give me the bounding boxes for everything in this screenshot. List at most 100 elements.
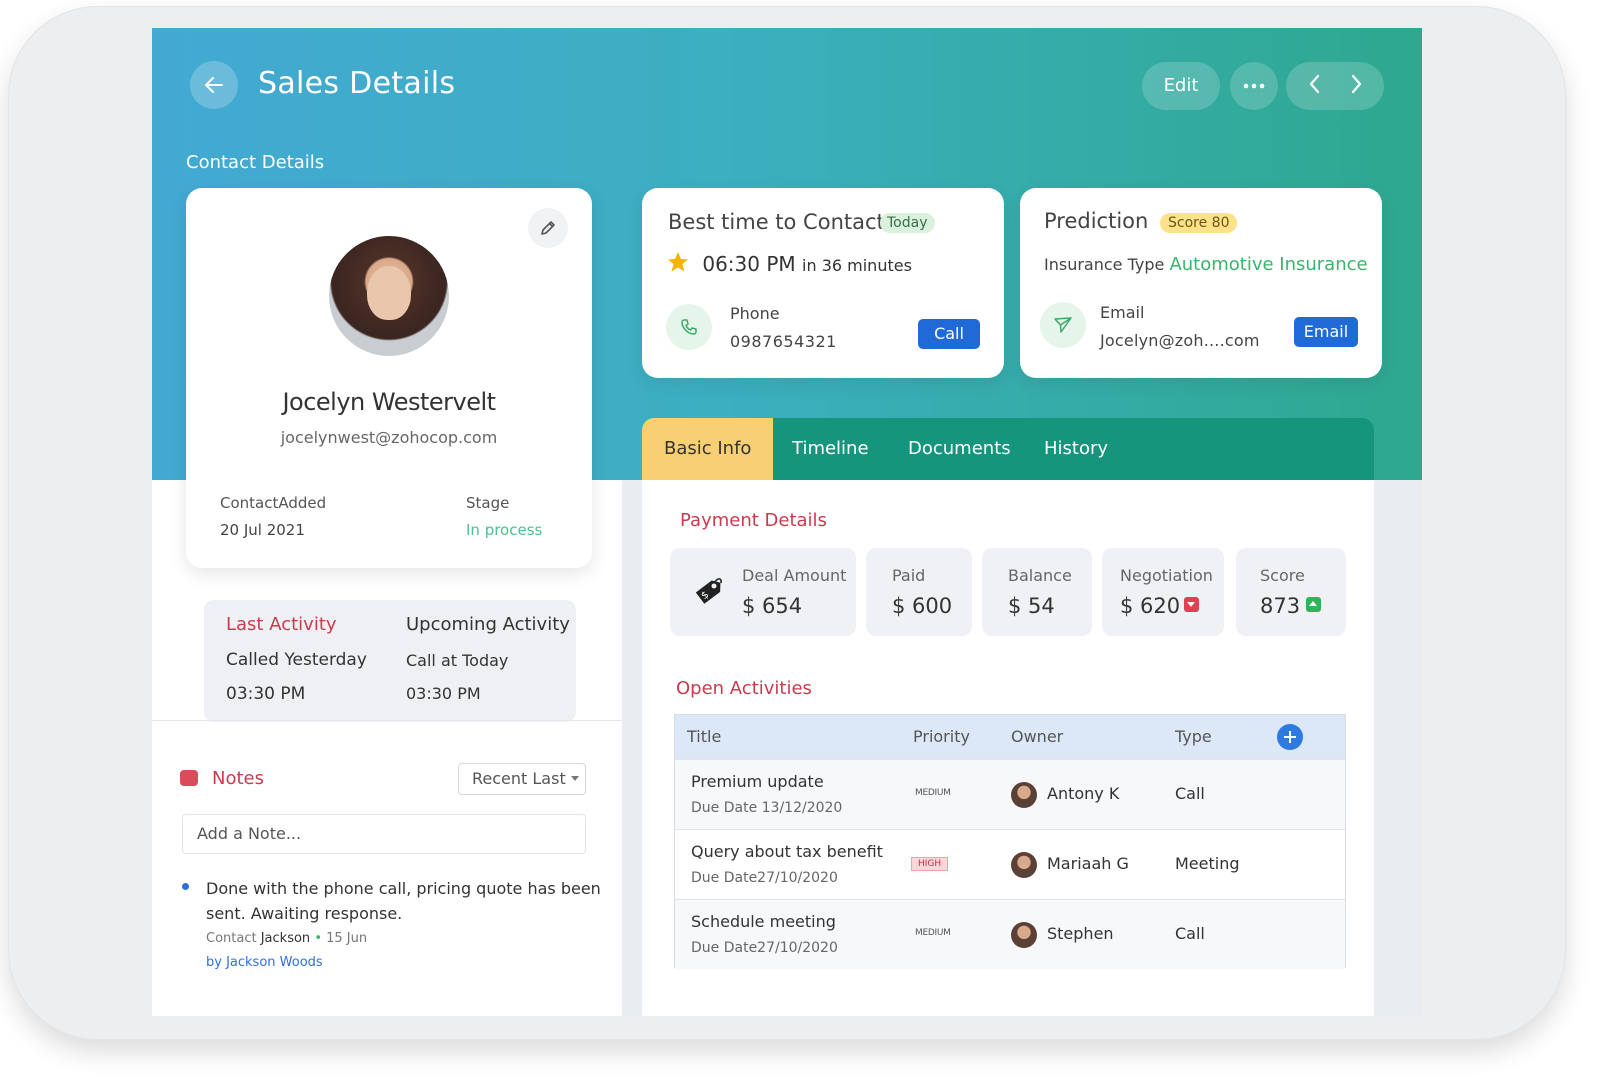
- activity-due-date: Due Date27/10/2020: [691, 870, 838, 886]
- profile-card: Jocelyn Westervelt jocelynwest@zohocop.c…: [186, 188, 592, 568]
- open-activities-title: Open Activities: [676, 678, 812, 699]
- chevron-down-icon: [570, 776, 579, 781]
- stat-label: Balance: [1008, 566, 1072, 585]
- activity-due-date: Due Date27/10/2020: [691, 940, 838, 956]
- best-time-value: 06:30 PM: [702, 252, 796, 276]
- phone-icon: [681, 319, 697, 335]
- avatar: [329, 236, 449, 356]
- stat-negotiation: Negotiation $ 620: [1102, 548, 1224, 636]
- notes-title: Notes: [212, 768, 264, 789]
- table-row[interactable]: Schedule meeting Due Date27/10/2020 MEDI…: [675, 899, 1345, 969]
- trend-up-icon: [1306, 597, 1322, 612]
- last-activity-line2: 03:30 PM: [226, 684, 306, 704]
- best-time-row: 06:30 PM in 36 minutes: [666, 250, 912, 276]
- contact-name: Jocelyn Westervelt: [282, 388, 496, 416]
- note-author-link[interactable]: by Jackson Woods: [206, 955, 323, 970]
- next-record-button[interactable]: [1347, 73, 1365, 99]
- tab-history[interactable]: History: [1044, 418, 1108, 480]
- tab-timeline[interactable]: Timeline: [792, 418, 869, 480]
- tab-basic-info[interactable]: Basic Info: [642, 418, 774, 480]
- plus-icon: [1284, 731, 1296, 743]
- upcoming-activity-line1: Call at Today: [406, 651, 509, 670]
- add-note-input[interactable]: Add a Note...: [182, 814, 586, 854]
- activity-type: Meeting: [1175, 854, 1240, 873]
- stat-value: 873: [1260, 594, 1301, 618]
- owner-name: Mariaah G: [1047, 854, 1129, 873]
- table-row[interactable]: Query about tax benefit Due Date27/10/20…: [675, 829, 1345, 899]
- stat-label: Negotiation: [1120, 566, 1213, 585]
- note-date: 15 Jun: [326, 931, 368, 946]
- contact-added-value: 20 Jul 2021: [220, 521, 305, 539]
- price-tag-icon: $: [695, 578, 722, 604]
- back-button[interactable]: [190, 61, 238, 109]
- phone-label: Phone: [730, 304, 780, 323]
- chevron-right-icon: [1351, 74, 1361, 94]
- divider: [152, 720, 622, 721]
- stat-label: Paid: [892, 566, 926, 585]
- today-badge: Today: [880, 213, 935, 233]
- previous-record-button[interactable]: [1306, 73, 1324, 99]
- activity-title: Schedule meeting: [691, 912, 836, 931]
- activity-title: Premium update: [691, 772, 824, 791]
- app-screen: Sales Details Edit Contact Details Jocel…: [152, 28, 1422, 1016]
- note-contact-prefix: Contact: [206, 931, 257, 946]
- note-bullet: [182, 883, 189, 890]
- best-time-relative: in 36 minutes: [802, 256, 912, 275]
- email-value: Jocelyn@zoh....com: [1100, 331, 1260, 350]
- stat-label: Deal Amount: [742, 566, 847, 585]
- priority-badge: MEDIUM: [915, 788, 951, 798]
- call-button[interactable]: Call: [918, 319, 980, 349]
- payment-details-title: Payment Details: [680, 510, 827, 531]
- stat-value-row: 873: [1260, 594, 1322, 618]
- open-activities-table: Title Priority Owner Type Premium update…: [674, 714, 1346, 969]
- page-title: Sales Details: [258, 66, 456, 101]
- pencil-icon: [541, 221, 555, 235]
- owner-avatar: [1011, 852, 1037, 878]
- record-navigation: [1286, 62, 1384, 110]
- stat-value: $ 654: [742, 594, 803, 618]
- stat-value-row: $ 620: [1120, 594, 1200, 618]
- ellipsis-icon: [1243, 83, 1265, 89]
- status-dot: •: [314, 931, 322, 946]
- prediction-title: Prediction: [1044, 209, 1149, 233]
- activity-summary: Last Activity Called Yesterday 03:30 PM …: [204, 600, 576, 722]
- column-priority: Priority: [913, 727, 970, 746]
- trend-down-icon: [1184, 597, 1200, 612]
- note-contact-name: Jackson: [260, 931, 311, 946]
- column-title: Title: [687, 727, 722, 746]
- phone-value: 0987654321: [730, 332, 837, 351]
- more-options-button[interactable]: [1230, 62, 1278, 110]
- upcoming-activity-title: Upcoming Activity: [406, 614, 570, 635]
- edit-profile-button[interactable]: [528, 208, 568, 248]
- contact-added-label: ContactAdded: [220, 494, 327, 512]
- contact-details-heading: Contact Details: [186, 152, 325, 173]
- star-icon: [668, 252, 688, 272]
- chevron-left-icon: [1309, 74, 1319, 94]
- column-owner: Owner: [1011, 727, 1064, 746]
- insurance-value: Automotive Insurance: [1169, 254, 1368, 275]
- add-activity-button[interactable]: [1277, 724, 1303, 750]
- table-header: Title Priority Owner Type: [675, 715, 1345, 759]
- stat-value: $ 600: [892, 594, 953, 618]
- table-row[interactable]: Premium update Due Date 13/12/2020 MEDIU…: [675, 759, 1345, 829]
- stat-value: $ 620: [1120, 594, 1181, 618]
- owner-name: Stephen: [1047, 924, 1114, 943]
- last-activity-title: Last Activity: [226, 614, 337, 635]
- stat-value: $ 54: [1008, 594, 1055, 618]
- stage-label: Stage: [466, 494, 510, 512]
- edit-button[interactable]: Edit: [1142, 62, 1220, 110]
- note-meta: Contact Jackson • 15 Jun: [206, 931, 367, 946]
- last-activity-line1: Called Yesterday: [226, 650, 367, 670]
- stat-label: Score: [1260, 566, 1305, 585]
- activity-title: Query about tax benefit: [691, 842, 883, 861]
- notes-icon: [180, 770, 198, 786]
- notes-sort-select[interactable]: Recent Last: [458, 763, 586, 795]
- stat-deal-amount: $ Deal Amount $ 654: [670, 548, 856, 636]
- tab-documents[interactable]: Documents: [908, 418, 1011, 480]
- phone-icon-badge: [666, 304, 712, 350]
- email-button[interactable]: Email: [1294, 317, 1358, 347]
- email-label: Email: [1100, 303, 1145, 322]
- stat-paid: Paid $ 600: [866, 548, 972, 636]
- column-type: Type: [1175, 727, 1212, 746]
- contact-email: jocelynwest@zohocop.com: [280, 428, 498, 447]
